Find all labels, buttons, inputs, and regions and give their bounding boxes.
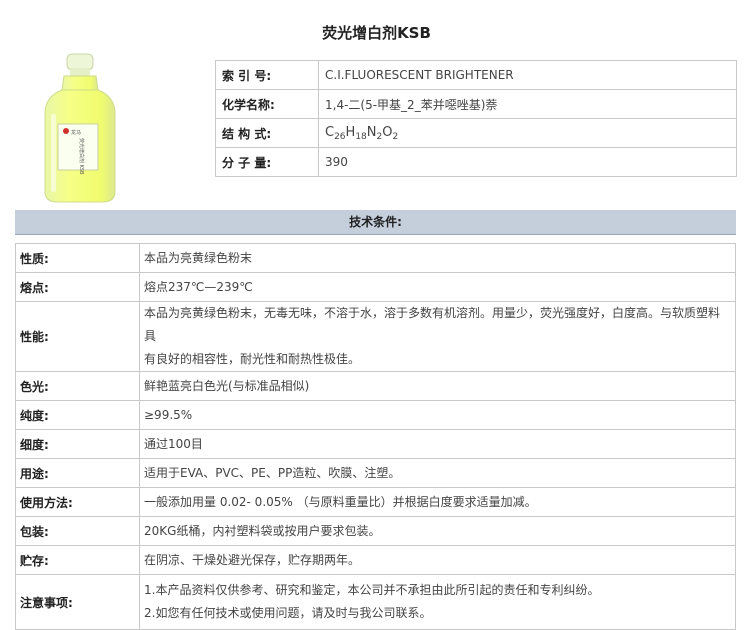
spec-value: 在阴凉、干燥处避光保存，贮存期两年。 bbox=[139, 545, 736, 575]
brand-logo bbox=[63, 128, 69, 134]
spec-key: 细度: bbox=[15, 429, 140, 459]
spec-table: 性质: 本品为亮黄绿色粉末 熔点: 熔点237℃—239℃ 性能: 本品为亮黄绿… bbox=[15, 243, 736, 630]
jar-label-text: 荧光增白剂 KSB bbox=[78, 138, 85, 175]
info-value: 390 bbox=[318, 147, 737, 177]
spec-row: 色光: 鲜艳蓝亮白色光(与标准品相似) bbox=[15, 371, 736, 401]
spec-key: 熔点: bbox=[15, 272, 140, 302]
spec-row: 性能: 本品为亮黄绿色粉末，无毒无味，不溶于水，溶于多数有机溶剂。用量少，荧光强… bbox=[15, 301, 736, 372]
spec-key: 性质: bbox=[15, 243, 140, 273]
spec-key: 使用方法: bbox=[15, 487, 140, 517]
info-key: 化学名称: bbox=[215, 89, 319, 119]
info-row: 索 引 号: C.I.FLUORESCENT BRIGHTENER bbox=[215, 60, 737, 90]
spec-value: 1.本产品资料仅供参考、研究和鉴定，本公司并不承担由此所引起的责任和专利纠纷。 2… bbox=[139, 574, 736, 630]
info-value: C.I.FLUORESCENT BRIGHTENER bbox=[318, 60, 737, 90]
spec-row: 贮存: 在阴凉、干燥处避光保存，贮存期两年。 bbox=[15, 545, 736, 575]
spec-row: 性质: 本品为亮黄绿色粉末 bbox=[15, 243, 736, 273]
info-row: 结 构 式: C26H18N2O2 bbox=[215, 118, 737, 148]
structural-formula: C26H18N2O2 bbox=[318, 118, 737, 148]
product-jar-image: 龙马 荧光增白剂 KSB bbox=[44, 53, 116, 203]
info-key: 索 引 号: bbox=[215, 60, 319, 90]
spec-key: 贮存: bbox=[15, 545, 140, 575]
spec-value: 鲜艳蓝亮白色光(与标准品相似) bbox=[139, 371, 736, 401]
spec-key: 色光: bbox=[15, 371, 140, 401]
spec-key: 注意事项: bbox=[15, 574, 140, 630]
spec-key: 性能: bbox=[15, 301, 140, 372]
spec-row: 细度: 通过100目 bbox=[15, 429, 736, 459]
spec-value: 本品为亮黄绿色粉末，无毒无味，不溶于水，溶于多数有机溶剂。用量少，荧光强度好，白… bbox=[139, 301, 736, 372]
section-header: 技术条件: bbox=[15, 210, 736, 235]
spec-value: 熔点237℃—239℃ bbox=[139, 272, 736, 302]
info-key: 分 子 量: bbox=[215, 147, 319, 177]
info-row: 化学名称: 1,4-二(5-甲基_2_苯并噁唑基)萘 bbox=[215, 89, 737, 119]
spec-row: 注意事项: 1.本产品资料仅供参考、研究和鉴定，本公司并不承担由此所引起的责任和… bbox=[15, 574, 736, 630]
spec-value: 通过100目 bbox=[139, 429, 736, 459]
spec-row: 用途: 适用于EVA、PVC、PE、PP造粒、吹膜、注塑。 bbox=[15, 458, 736, 488]
info-key: 结 构 式: bbox=[215, 118, 319, 148]
product-info-table: 索 引 号: C.I.FLUORESCENT BRIGHTENER 化学名称: … bbox=[215, 60, 737, 177]
spec-key: 纯度: bbox=[15, 400, 140, 430]
page-title: 荧光增白剂KSB bbox=[322, 24, 431, 42]
spec-value: 本品为亮黄绿色粉末 bbox=[139, 243, 736, 273]
spec-value: 一般添加用量 0.02- 0.05% （与原料重量比）并根据白度要求适量加减。 bbox=[139, 487, 736, 517]
spec-key: 用途: bbox=[15, 458, 140, 488]
spec-row: 纯度: ≥99.5% bbox=[15, 400, 736, 430]
spec-row: 包装: 20KG纸桶，内衬塑料袋或按用户要求包装。 bbox=[15, 516, 736, 546]
jar-label-brand: 龙马 bbox=[71, 129, 81, 136]
spec-row: 熔点: 熔点237℃—239℃ bbox=[15, 272, 736, 302]
info-value: 1,4-二(5-甲基_2_苯并噁唑基)萘 bbox=[318, 89, 737, 119]
spec-key: 包装: bbox=[15, 516, 140, 546]
spec-value: 20KG纸桶，内衬塑料袋或按用户要求包装。 bbox=[139, 516, 736, 546]
info-row: 分 子 量: 390 bbox=[215, 147, 737, 177]
spec-row: 使用方法: 一般添加用量 0.02- 0.05% （与原料重量比）并根据白度要求… bbox=[15, 487, 736, 517]
spec-value: ≥99.5% bbox=[139, 400, 736, 430]
spec-value: 适用于EVA、PVC、PE、PP造粒、吹膜、注塑。 bbox=[139, 458, 736, 488]
